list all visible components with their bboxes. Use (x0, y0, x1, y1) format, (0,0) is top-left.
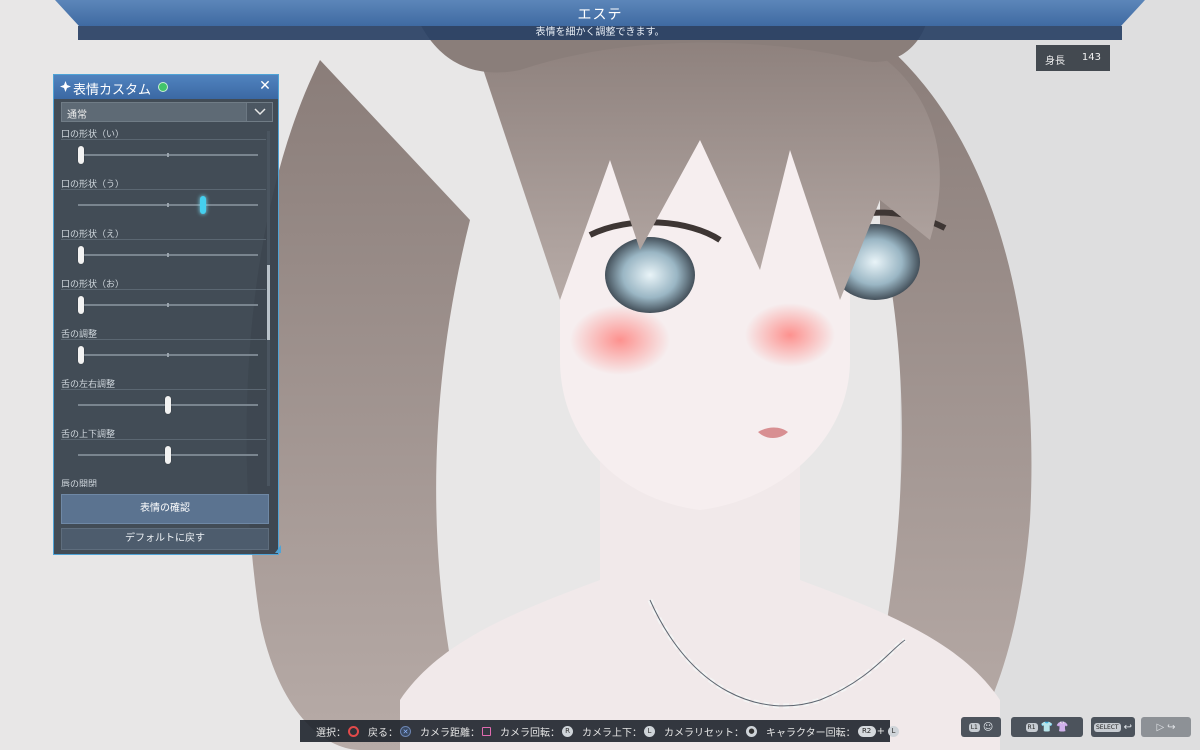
height-value: 143 (1081, 52, 1101, 63)
expression-preset-select[interactable]: 通常 (61, 102, 273, 122)
divider (61, 139, 266, 140)
face-icon: ☺ (982, 721, 994, 733)
divider (61, 339, 266, 340)
center-tick (167, 253, 169, 257)
sparkle-icon (60, 81, 71, 92)
premium-badge-icon (158, 82, 168, 92)
center-tick (167, 303, 169, 307)
disabled-nav-button: ▷ ↪ (1141, 717, 1191, 737)
return-arrow-icon: ↩ (1123, 721, 1132, 733)
stick-press-icon: ● (746, 725, 757, 737)
outfit-icon: 👕 (1040, 721, 1053, 733)
slider-row: 口の形状（い） (54, 127, 272, 177)
dropdown-toggle[interactable] (246, 103, 272, 121)
hint-label: カメラ距離： (420, 727, 480, 739)
screen-title: エステ (577, 7, 623, 23)
hint-select: 選択： (316, 724, 359, 739)
slider-track[interactable] (78, 203, 258, 207)
close-icon[interactable]: ✕ (257, 78, 273, 94)
divider (61, 389, 266, 390)
circle-button-icon (348, 725, 359, 737)
select-button[interactable]: SELECT ↩ (1091, 717, 1135, 737)
hint-back: 戻る： ✕ (368, 724, 411, 739)
outfit-alt-icon: 👚 (1056, 721, 1069, 733)
hint-label: カメラリセット： (664, 727, 744, 739)
panel-corner-accent (275, 545, 281, 553)
stick-icon: L (888, 725, 899, 737)
cross-button-icon: ✕ (400, 725, 411, 737)
plus-icon: + (876, 725, 885, 737)
redo-arrow-icon: ↪ (1167, 721, 1176, 733)
slider-knob[interactable] (78, 146, 84, 164)
r1-icon: R1 (1025, 722, 1038, 732)
slider-row: 舌の上下調整 (54, 427, 272, 477)
control-hint-bar: 選択： 戻る： ✕ カメラ距離： カメラ回転： R カメラ上下： L カメラリセ… (300, 720, 899, 742)
scrollbar-thumb[interactable] (267, 265, 270, 340)
slider-list[interactable]: 口の形状（い） 口の形状（う） 口の形状（え） 口の形状（お） 舌の調整 舌の左… (54, 127, 272, 487)
hint-label: キャラクター回転： (766, 727, 856, 739)
slider-label: 唇の開閉 (61, 480, 98, 487)
select-icon: SELECT (1094, 722, 1121, 732)
hint-label: カメラ回転： (500, 727, 560, 739)
slider-track[interactable] (78, 253, 258, 257)
r1-outfit-button[interactable]: R1 👕 👚 (1011, 717, 1083, 737)
expression-custom-panel: 表情カスタム ✕ 通常 口の形状（い） 口の形状（う） 口の形状（え） 口の形状… (53, 74, 279, 555)
l1-shortcut-button[interactable]: L1 ☺ (961, 717, 1001, 737)
divider (61, 439, 266, 440)
slider-row: 口の形状（う） (54, 177, 272, 227)
screen-subtitle: 表情を細かく調整できます。 (535, 27, 665, 38)
slider-knob[interactable] (165, 396, 171, 414)
hint-camera-reset: カメラリセット： ● (664, 724, 757, 739)
center-tick (167, 153, 169, 157)
slider-row: 唇の開閉 (54, 477, 272, 487)
center-tick (167, 353, 169, 357)
slider-knob[interactable] (78, 246, 84, 264)
slider-row: 舌の調整 (54, 327, 272, 377)
divider (61, 189, 266, 190)
hint-label: 選択： (316, 727, 346, 739)
height-label: 身長 (1045, 56, 1065, 67)
slider-row: 口の形状（え） (54, 227, 272, 277)
panel-title: 表情カスタム (73, 83, 152, 98)
r2-button-icon: R2 (857, 725, 876, 737)
hint-label: 戻る： (368, 727, 398, 739)
slider-knob[interactable] (78, 346, 84, 364)
slider-track[interactable] (78, 303, 258, 307)
slider-track[interactable] (78, 353, 258, 357)
height-readout: 身長 143 (1036, 45, 1110, 71)
hint-camera-rotate: カメラ回転： R (500, 724, 573, 739)
square-button-icon (482, 726, 491, 736)
slider-track[interactable] (78, 153, 258, 157)
screen-subtitle-bar: 表情を細かく調整できます。 (78, 26, 1122, 40)
slider-knob[interactable] (165, 446, 171, 464)
hint-character-rotate: キャラクター回転： R2 + L (766, 724, 899, 739)
hint-label: カメラ上下： (582, 727, 642, 739)
left-stick-icon: L (644, 725, 655, 737)
slider-knob[interactable] (78, 296, 84, 314)
center-tick (167, 203, 169, 207)
chevron-down-icon (254, 108, 266, 116)
divider (61, 289, 266, 290)
screen-title-bar: エステ (55, 0, 1145, 26)
slider-row: 口の形状（お） (54, 277, 272, 327)
hint-camera-updown: カメラ上下： L (582, 724, 655, 739)
slider-knob[interactable] (199, 196, 206, 214)
panel-header: 表情カスタム ✕ (54, 75, 278, 99)
l1-icon: L1 (968, 722, 980, 732)
slider-row: 舌の左右調整 (54, 377, 272, 427)
hint-camera-distance: カメラ距離： (420, 724, 491, 739)
right-stick-icon: R (562, 725, 573, 737)
play-icon: ▷ (1156, 721, 1165, 733)
divider (61, 239, 266, 240)
confirm-expression-button[interactable]: 表情の確認 (61, 494, 269, 524)
preset-selected-value: 通常 (67, 110, 87, 121)
reset-default-button[interactable]: デフォルトに戻す (61, 528, 269, 550)
